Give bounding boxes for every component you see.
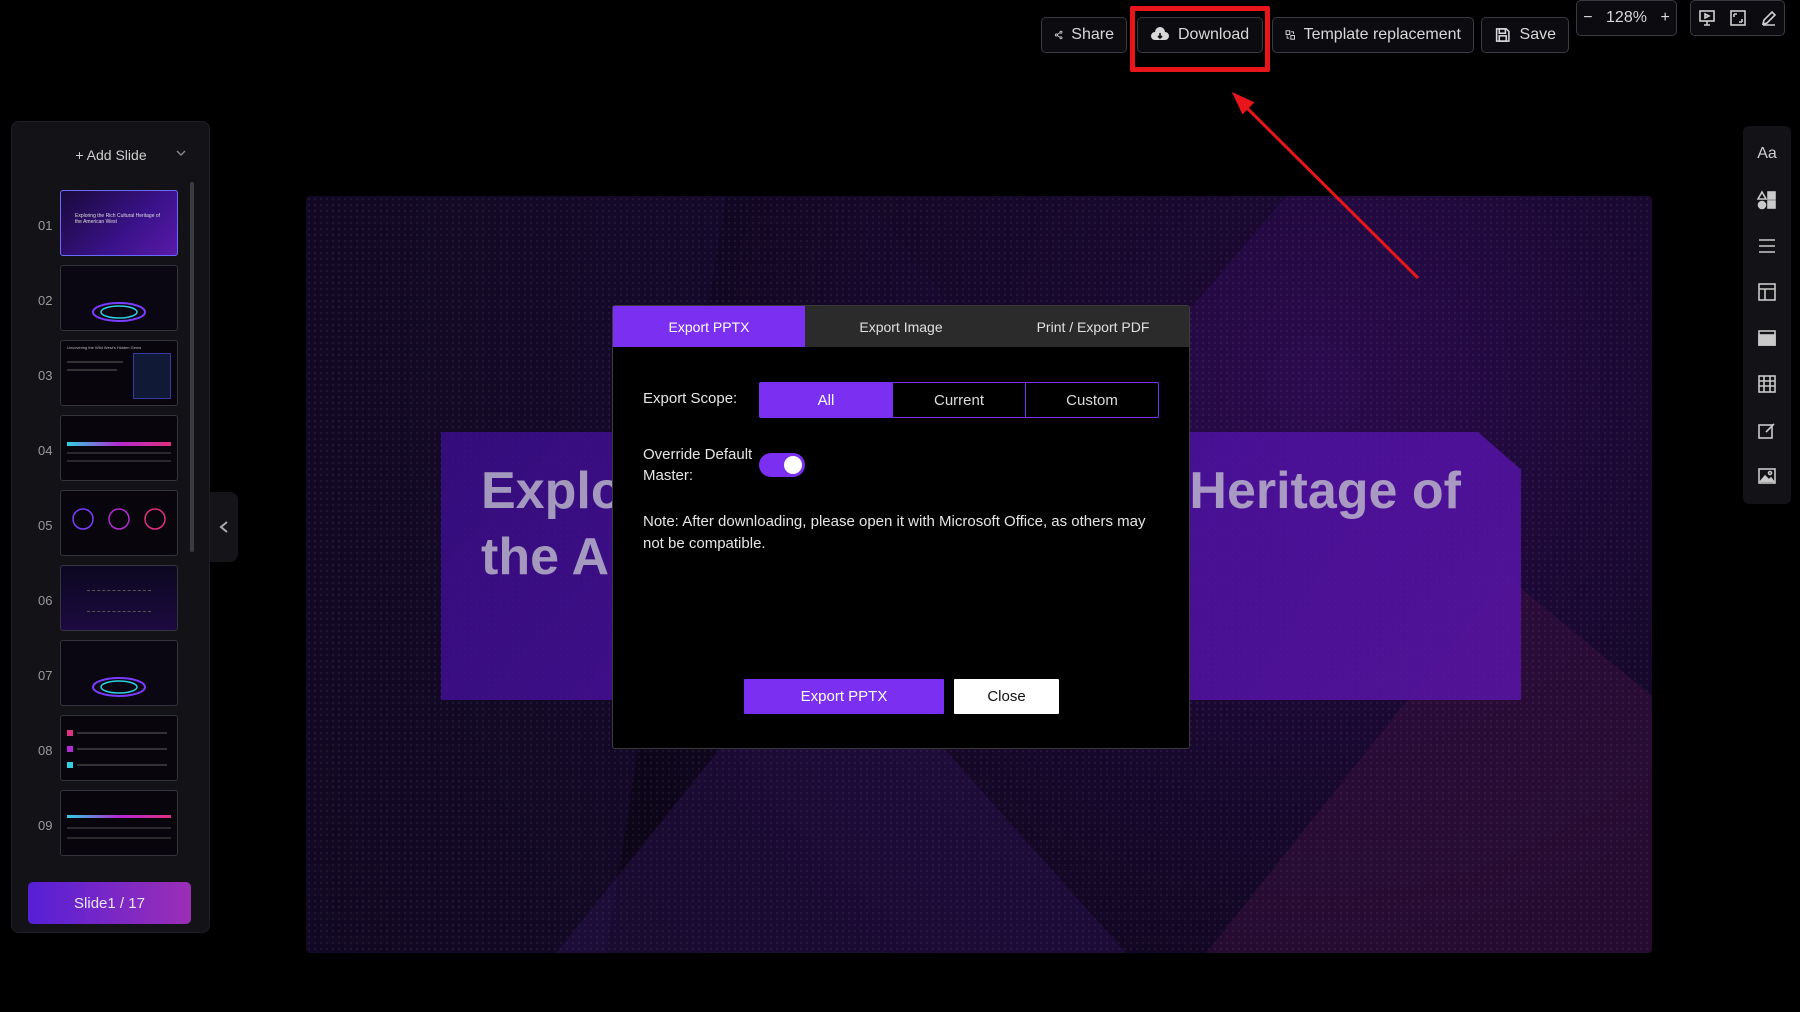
export-scope-selector: All Current Custom xyxy=(759,382,1159,418)
chevron-down-icon[interactable] xyxy=(176,148,186,158)
override-master-label: Override Default Master: xyxy=(643,446,753,484)
slide-thumbnail[interactable]: Exploring the Rich Cultural Heritage of … xyxy=(60,190,178,256)
thumbnail-graphic xyxy=(92,302,146,322)
slide-number: 09 xyxy=(38,818,53,833)
image-icon[interactable] xyxy=(1755,464,1779,488)
slide-thumbnail[interactable] xyxy=(60,415,178,481)
table-icon[interactable] xyxy=(1755,372,1779,396)
slide-panel: + Add Slide 01 Exploring the Rich Cultur… xyxy=(11,121,210,933)
export-tabs: Export PPTX Export Image Print / Export … xyxy=(613,306,1189,347)
tab-print-export-pdf[interactable]: Print / Export PDF xyxy=(997,306,1189,347)
slide-number: 08 xyxy=(38,743,53,758)
tab-export-pptx[interactable]: Export PPTX xyxy=(613,306,805,347)
slide-thumbnail-row[interactable]: 04 xyxy=(12,415,202,483)
slide-number: 01 xyxy=(38,218,53,233)
slide-thumbnail[interactable] xyxy=(60,265,178,331)
cloud-download-icon xyxy=(1151,27,1169,40)
slide-thumbnail[interactable]: Uncovering the Wild West's Hidden Gems xyxy=(60,340,178,406)
shapes-icon[interactable] xyxy=(1755,188,1779,212)
save-button[interactable]: Save xyxy=(1481,17,1569,53)
slide-thumbnail-row[interactable]: 06 xyxy=(12,565,202,633)
slide-number: 07 xyxy=(38,668,53,683)
scope-option-all[interactable]: All xyxy=(760,383,892,417)
slide-thumbnail-row[interactable]: 03 Uncovering the Wild West's Hidden Gem… xyxy=(12,340,202,408)
layout-icon[interactable] xyxy=(1755,280,1779,304)
add-slide-label: + Add Slide xyxy=(75,147,147,163)
export-scope-label: Export Scope: xyxy=(643,390,738,407)
save-icon xyxy=(1495,28,1510,42)
slide-thumbnail[interactable] xyxy=(60,790,178,856)
tab-export-image[interactable]: Export Image xyxy=(805,306,997,347)
slide-thumbnail-row[interactable]: 02 xyxy=(12,265,202,333)
template-replacement-label: Template replacement xyxy=(1303,26,1461,43)
thumbnail-title: Uncovering the Wild West's Hidden Gems xyxy=(67,345,142,350)
share-label: Share xyxy=(1071,26,1114,43)
download-button[interactable]: Download xyxy=(1137,17,1263,53)
slide-number: 03 xyxy=(38,368,53,383)
scope-option-custom[interactable]: Custom xyxy=(1025,383,1158,417)
present-icon[interactable] xyxy=(1698,9,1716,27)
scope-option-current[interactable]: Current xyxy=(892,383,1025,417)
zoom-control: − 128% + xyxy=(1576,0,1677,36)
right-toolbar: Aa xyxy=(1743,126,1791,504)
chevron-left-icon xyxy=(219,521,228,533)
zoom-level: 128% xyxy=(1606,9,1647,26)
compatibility-note: Note: After downloading, please open it … xyxy=(643,513,1146,552)
export-pptx-button[interactable]: Export PPTX xyxy=(744,679,944,714)
export-dialog: Export PPTX Export Image Print / Export … xyxy=(612,305,1190,749)
thumbnail-graphic xyxy=(92,677,146,697)
toggle-knob xyxy=(784,456,802,474)
slide-thumbnail[interactable] xyxy=(60,565,178,631)
slide-thumbnail[interactable] xyxy=(60,715,178,781)
zoom-in-button[interactable]: + xyxy=(1654,9,1676,27)
slide-counter: Slide1 / 17 xyxy=(28,882,191,924)
slide-number: 05 xyxy=(38,518,53,533)
slide-thumbnail-row[interactable]: 07 xyxy=(12,640,202,708)
slide-number: 02 xyxy=(38,293,53,308)
zoom-out-button[interactable]: − xyxy=(1577,9,1599,27)
add-slide-button[interactable]: + Add Slide xyxy=(28,138,194,172)
slide-thumbnail-row[interactable]: 05 xyxy=(12,490,202,558)
thumbnail-content xyxy=(87,590,151,612)
slide-thumbnail[interactable] xyxy=(60,490,178,556)
thumbnail-image xyxy=(133,353,171,399)
thumbnail-timeline xyxy=(67,815,171,818)
slide-number: 04 xyxy=(38,443,53,458)
slide-thumbnail-row[interactable]: 08 xyxy=(12,715,202,783)
share-button[interactable]: Share xyxy=(1041,17,1127,53)
thumbnail-timeline xyxy=(67,442,171,446)
slide-thumbnail-row[interactable]: 09 xyxy=(12,790,202,858)
background-icon[interactable] xyxy=(1755,326,1779,350)
view-controls xyxy=(1690,0,1785,36)
fullscreen-icon[interactable] xyxy=(1729,9,1747,27)
slide-title-right: Heritage of xyxy=(1189,462,1461,520)
template-replacement-button[interactable]: Template replacement xyxy=(1272,17,1474,53)
slide-thumbnail-row[interactable]: 01 Exploring the Rich Cultural Heritage … xyxy=(12,190,202,258)
template-icon xyxy=(1285,30,1295,40)
slide-title-left: Explo xyxy=(481,462,623,520)
close-button[interactable]: Close xyxy=(954,679,1059,714)
edit-icon[interactable] xyxy=(1755,418,1779,442)
text-style-icon[interactable]: Aa xyxy=(1755,142,1779,166)
align-icon[interactable] xyxy=(1755,234,1779,258)
download-label: Download xyxy=(1178,26,1250,43)
share-icon xyxy=(1054,30,1063,40)
save-label: Save xyxy=(1519,26,1556,43)
slide-number: 06 xyxy=(38,593,53,608)
thumbnail-title: Exploring the Rich Cultural Heritage of … xyxy=(75,213,161,225)
collapse-panel-button[interactable] xyxy=(210,492,238,562)
pen-icon[interactable] xyxy=(1760,9,1778,27)
slide-thumbnail[interactable] xyxy=(60,640,178,706)
override-master-toggle[interactable] xyxy=(759,453,805,477)
thumbnail-graphic xyxy=(72,508,166,530)
